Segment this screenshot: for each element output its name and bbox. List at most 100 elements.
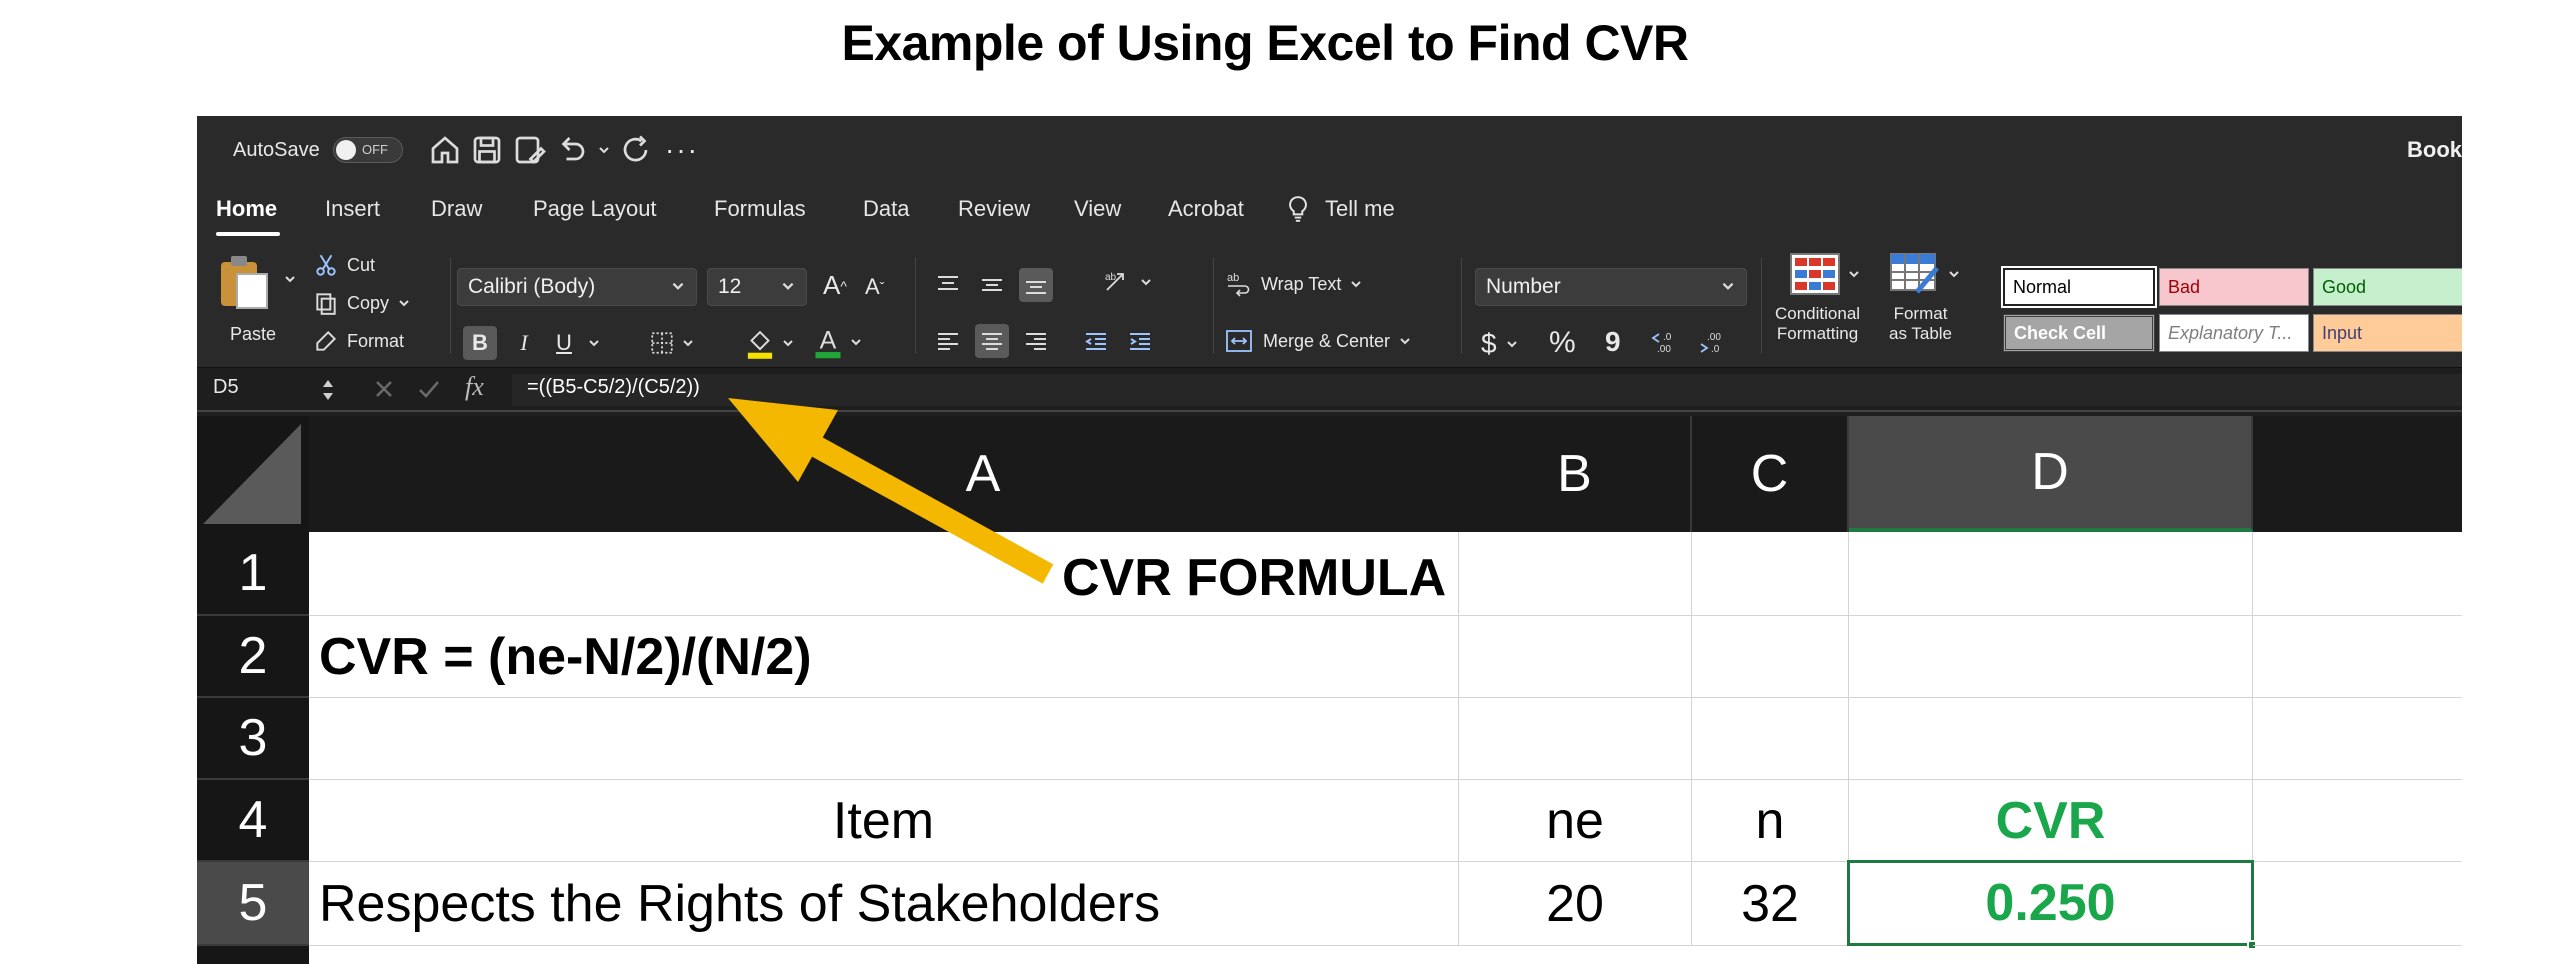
cut-button[interactable]: Cut bbox=[313, 252, 375, 278]
tab-data[interactable]: Data bbox=[863, 196, 909, 222]
style-input[interactable]: Input bbox=[2313, 314, 2462, 352]
comma-style-button[interactable]: 9 bbox=[1605, 326, 1621, 358]
cell-e1[interactable] bbox=[2253, 532, 2462, 616]
more-icon[interactable]: ··· bbox=[665, 116, 699, 184]
align-top-icon[interactable] bbox=[931, 268, 965, 302]
cell-a3[interactable] bbox=[309, 698, 1459, 780]
cell-c2[interactable] bbox=[1692, 616, 1849, 698]
tab-formulas[interactable]: Formulas bbox=[714, 196, 806, 222]
currency-button[interactable]: $ bbox=[1481, 328, 1519, 360]
format-painter-button[interactable]: Format bbox=[313, 328, 404, 354]
cell-c3[interactable] bbox=[1692, 698, 1849, 780]
increase-decimal-icon[interactable]: .0.00 bbox=[1649, 328, 1683, 356]
paste-dropdown-chevron-icon[interactable] bbox=[283, 272, 297, 286]
cell-d5[interactable]: 0.250 bbox=[1847, 860, 2254, 946]
row-header-4[interactable]: 4 bbox=[197, 780, 309, 862]
cell-b1[interactable] bbox=[1459, 532, 1692, 616]
borders-icon[interactable] bbox=[649, 330, 695, 356]
cell-c5[interactable]: 32 bbox=[1692, 862, 1849, 946]
tab-insert[interactable]: Insert bbox=[325, 196, 380, 222]
copy-button[interactable]: Copy bbox=[313, 290, 411, 316]
column-header-d[interactable]: D bbox=[1849, 416, 2253, 532]
column-header-e[interactable] bbox=[2253, 416, 2462, 532]
decrease-font-size-icon[interactable]: Aˇ bbox=[865, 274, 884, 300]
style-normal[interactable]: Normal bbox=[2001, 266, 2157, 308]
name-box-stepper-icon[interactable] bbox=[321, 376, 335, 409]
cell-d1[interactable] bbox=[1849, 532, 2253, 616]
row-header-2[interactable]: 2 bbox=[197, 616, 309, 698]
cell-b2[interactable] bbox=[1459, 616, 1692, 698]
home-icon[interactable] bbox=[427, 116, 463, 184]
row-header-1[interactable]: 1 bbox=[197, 532, 309, 616]
name-box[interactable]: D5 bbox=[213, 376, 239, 399]
row-header-3[interactable]: 3 bbox=[197, 698, 309, 780]
decrease-decimal-icon[interactable]: .00.0 bbox=[1697, 328, 1731, 356]
function-fx-icon[interactable]: fx bbox=[465, 372, 484, 402]
cell-d4[interactable]: CVR bbox=[1849, 780, 2253, 862]
number-format-select[interactable]: Number bbox=[1475, 268, 1747, 306]
redo-icon[interactable] bbox=[619, 116, 655, 184]
cell-e5[interactable] bbox=[2253, 862, 2462, 946]
cell-a4[interactable]: Item bbox=[309, 780, 1459, 862]
cell-a2[interactable]: CVR = (ne-N/2)/(N/2) bbox=[309, 616, 1459, 698]
cell-b3[interactable] bbox=[1459, 698, 1692, 780]
cell-b4[interactable]: ne bbox=[1459, 780, 1692, 862]
percent-button[interactable]: % bbox=[1549, 326, 1576, 360]
fill-color-icon[interactable] bbox=[745, 326, 795, 360]
align-center-icon[interactable] bbox=[975, 324, 1009, 358]
cell-e3[interactable] bbox=[2253, 698, 2462, 780]
merge-center-button[interactable]: Merge & Center bbox=[1225, 328, 1412, 354]
bold-button[interactable]: B bbox=[463, 326, 497, 360]
cell-d3[interactable] bbox=[1849, 698, 2253, 780]
italic-button[interactable]: I bbox=[507, 326, 541, 360]
tab-view[interactable]: View bbox=[1074, 196, 1121, 222]
paste-label[interactable]: Paste bbox=[230, 324, 276, 345]
cell-c1[interactable] bbox=[1692, 532, 1849, 616]
cell-e4[interactable] bbox=[2253, 780, 2462, 862]
style-bad[interactable]: Bad bbox=[2159, 268, 2309, 306]
tab-home[interactable]: Home bbox=[216, 196, 277, 222]
wrap-text-button[interactable]: ab Wrap Text bbox=[1225, 270, 1363, 298]
decrease-indent-icon[interactable] bbox=[1079, 324, 1113, 358]
underline-dropdown-chevron-icon[interactable] bbox=[587, 336, 601, 350]
conditional-formatting-button[interactable]: Conditional Formatting bbox=[1775, 304, 1860, 344]
align-right-icon[interactable] bbox=[1019, 324, 1053, 358]
tab-draw[interactable]: Draw bbox=[431, 196, 482, 222]
undo-dropdown-chevron-icon[interactable] bbox=[597, 116, 611, 184]
row-header-6[interactable] bbox=[197, 946, 309, 964]
format-as-table-icon[interactable] bbox=[1889, 252, 1961, 296]
undo-icon[interactable] bbox=[553, 116, 589, 184]
cell-e2[interactable] bbox=[2253, 616, 2462, 698]
align-left-icon[interactable] bbox=[931, 324, 965, 358]
style-check-cell[interactable]: Check Cell bbox=[2003, 314, 2155, 352]
column-header-c[interactable]: C bbox=[1692, 416, 1849, 532]
save-as-icon[interactable] bbox=[511, 116, 547, 184]
column-header-b[interactable]: B bbox=[1459, 416, 1692, 532]
conditional-formatting-icon[interactable] bbox=[1789, 252, 1861, 296]
font-color-icon[interactable]: A bbox=[813, 324, 863, 360]
align-bottom-icon[interactable] bbox=[1019, 268, 1053, 302]
font-size-select[interactable]: 12 bbox=[707, 268, 807, 306]
autosave-toggle[interactable]: OFF bbox=[333, 116, 403, 184]
tab-page-layout[interactable]: Page Layout bbox=[533, 196, 657, 222]
formula-input[interactable]: =((B5-C5/2)/(C5/2)) bbox=[527, 376, 700, 399]
underline-button[interactable]: U bbox=[547, 326, 581, 360]
align-middle-icon[interactable] bbox=[975, 268, 1009, 302]
cancel-icon[interactable] bbox=[373, 378, 395, 405]
increase-indent-icon[interactable] bbox=[1123, 324, 1157, 358]
tell-me-search[interactable]: Tell me bbox=[1325, 196, 1395, 222]
cell-a5[interactable]: Respects the Rights of Stakeholders bbox=[309, 862, 1459, 946]
paste-icon[interactable] bbox=[215, 252, 271, 312]
orientation-icon[interactable]: ab bbox=[1103, 268, 1153, 296]
cell-c4[interactable]: n bbox=[1692, 780, 1849, 862]
tab-acrobat[interactable]: Acrobat bbox=[1168, 196, 1244, 222]
column-header-a[interactable]: A bbox=[309, 416, 1659, 532]
save-icon[interactable] bbox=[469, 116, 505, 184]
style-good[interactable]: Good bbox=[2313, 268, 2462, 306]
cell-d2[interactable] bbox=[1849, 616, 2253, 698]
increase-font-size-icon[interactable]: A ^ bbox=[823, 270, 847, 301]
cell-b5[interactable]: 20 bbox=[1459, 862, 1692, 946]
formula-input-area[interactable] bbox=[512, 374, 2462, 406]
format-as-table-button[interactable]: Format as Table bbox=[1889, 304, 1952, 344]
font-name-select[interactable]: Calibri (Body) bbox=[457, 268, 697, 306]
